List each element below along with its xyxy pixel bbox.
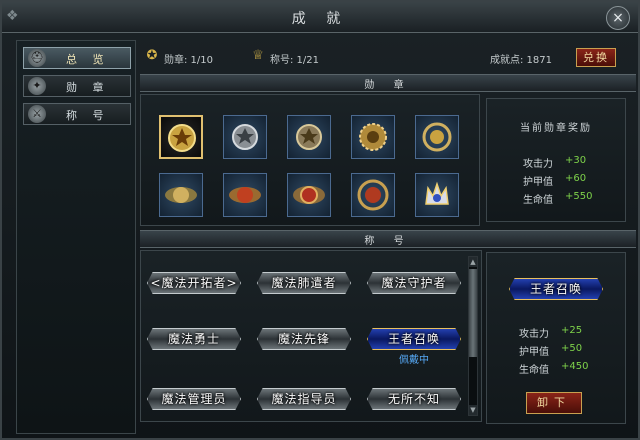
scroll-up-icon[interactable]: ▲	[469, 257, 477, 267]
sidebar-item-overview[interactable]: ⛑ 总 览	[23, 47, 131, 69]
stat-value: +30	[565, 155, 587, 166]
title-text: 魔法先锋	[277, 332, 330, 346]
title-badge[interactable]: 魔法守护者	[361, 267, 467, 297]
section-title: 称 号	[364, 236, 412, 247]
sidebar-item-titles[interactable]: ⚔ 称 号	[23, 103, 131, 125]
stat-label: 生命值	[519, 365, 549, 376]
redeem-button[interactable]: 兑换	[576, 48, 616, 67]
stat-value: +450	[561, 361, 589, 372]
trophy-icon: ♕	[252, 48, 264, 63]
section-title: 勋 章	[364, 80, 412, 91]
title-badge[interactable]: 魔法肺遣者	[251, 267, 357, 297]
crown-medal-icon[interactable]	[415, 173, 459, 217]
titles-scrollbar[interactable]: ▲ ▼	[468, 256, 478, 416]
medal-count-icon: ✪	[146, 48, 158, 63]
sidebar: ⛑ 总 览 ✦ 勋 章 ⚔ 称 号	[16, 40, 136, 434]
title-badge[interactable]: 魔法指导员	[251, 383, 357, 413]
silver-star-medal-icon[interactable]	[223, 115, 267, 159]
wing-icon: ⚔	[28, 105, 46, 123]
wreath-medal-icon[interactable]	[415, 115, 459, 159]
current-title-text: 王者召唤	[529, 282, 582, 296]
stat-label: 护甲值	[519, 347, 549, 358]
title-text: 魔法勇士	[167, 332, 220, 346]
sidebar-item-label: 称 号	[66, 109, 110, 122]
title-badge[interactable]: <魔法开拓者>	[141, 267, 247, 297]
title-bar[interactable]: ❖ 成 就 ×	[2, 2, 638, 33]
stat-label: 攻击力	[523, 159, 553, 170]
medals-panel	[140, 94, 480, 226]
stat-value: +550	[565, 191, 593, 202]
achievement-points: 成就点: 1871	[490, 55, 552, 66]
sidebar-item-label: 总 览	[66, 53, 110, 66]
winged-medal-icon[interactable]	[159, 173, 203, 217]
stat-label: 生命值	[523, 195, 553, 206]
title-badge[interactable]: 无所不知	[361, 383, 467, 413]
title-text: 魔法肺遣者	[271, 276, 337, 290]
title-badge[interactable]: 魔法先锋	[251, 323, 357, 353]
stat-label: 攻击力	[519, 329, 549, 340]
title-badge-equipped[interactable]: 王者召唤	[361, 323, 467, 353]
stat-value: +50	[561, 343, 583, 354]
stat-value: +60	[565, 173, 587, 184]
current-title-badge: 王者召唤	[503, 273, 609, 303]
title-badge[interactable]: 魔法管理员	[141, 383, 247, 413]
title-text: 魔法管理员	[161, 392, 227, 406]
summary-bar: ✪ 勋章: 1/10 ♕ 称号: 1/21 成就点: 1871 兑换	[140, 44, 620, 68]
unequip-button[interactable]: 卸下	[526, 392, 582, 414]
medal-icon: ✦	[28, 77, 46, 95]
title-text: 无所不知	[387, 392, 440, 406]
achievement-window: ❖ 成 就 × ⛑ 总 览 ✦ 勋 章 ⚔ 称 号 ✪ 勋章: 1/10 ♕ 称…	[0, 0, 640, 440]
stat-label: 护甲值	[523, 177, 553, 188]
scroll-thumb[interactable]	[469, 269, 477, 357]
star-medal-icon[interactable]	[159, 115, 203, 159]
crested-medal-icon[interactable]	[287, 173, 331, 217]
titles-panel: <魔法开拓者> 魔法肺遣者 魔法守护者 魔法勇士 魔法先锋 王者召唤 佩戴中 魔…	[140, 250, 482, 422]
medal-count: 勋章: 1/10	[164, 55, 214, 66]
scroll-down-icon[interactable]: ▼	[469, 405, 477, 415]
sidebar-item-medals[interactable]: ✦ 勋 章	[23, 75, 131, 97]
title-badge[interactable]: 魔法勇士	[141, 323, 247, 353]
title-count: 称号: 1/21	[270, 55, 320, 66]
sun-medal-icon[interactable]	[351, 115, 395, 159]
title-text: 王者召唤	[387, 332, 440, 346]
window-title: 成 就	[291, 11, 349, 27]
close-button[interactable]: ×	[606, 6, 630, 30]
red-winged-medal-icon[interactable]	[223, 173, 267, 217]
reward-title: 当前勋章奖励	[520, 123, 592, 134]
helmet-icon: ⛑	[28, 49, 46, 67]
titles-section-header: 称 号	[140, 230, 636, 248]
stat-value: +25	[561, 325, 583, 336]
title-text: 魔法指导员	[271, 392, 337, 406]
medal-reward-panel: 当前勋章奖励 攻击力 +30 护甲值 +60 生命值 +550	[486, 98, 626, 222]
wearing-label: 佩戴中	[399, 355, 429, 366]
title-text: 魔法守护者	[381, 276, 447, 290]
medals-section-header: 勋 章	[140, 74, 636, 92]
bronze-star-medal-icon[interactable]	[287, 115, 331, 159]
laurel-medal-icon[interactable]	[351, 173, 395, 217]
title-text: <魔法开拓者>	[150, 276, 238, 290]
sidebar-item-label: 勋 章	[66, 81, 110, 94]
